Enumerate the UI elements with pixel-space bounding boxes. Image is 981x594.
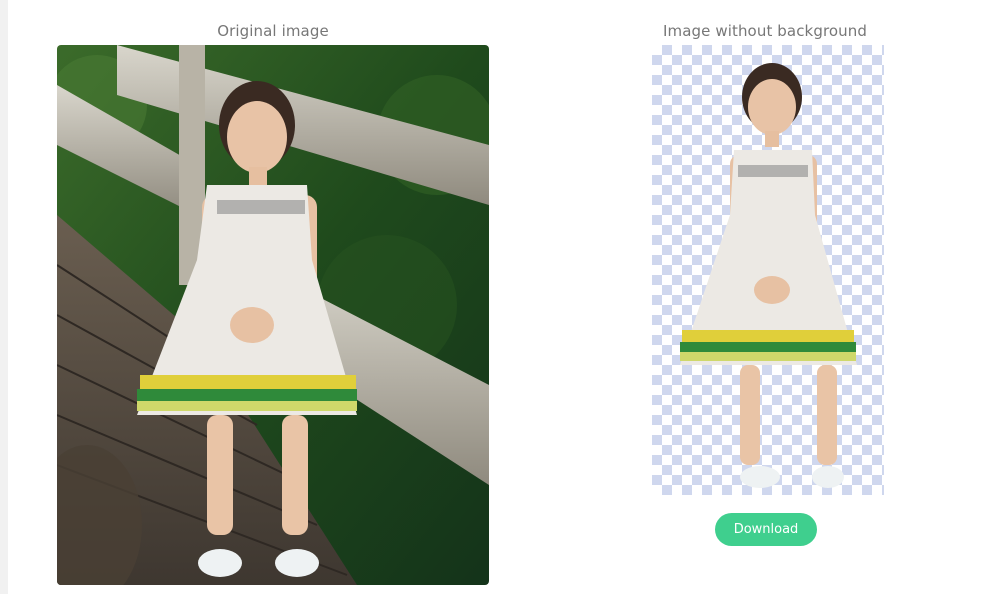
download-button[interactable]: Download [715,513,817,546]
original-image-caption: Original image [217,22,329,40]
no-background-caption: Image without background [662,22,868,40]
transparent-result-preview [652,45,884,495]
left-rail [0,0,8,594]
cutout-illustration [680,63,857,488]
background-removal-result: Original image Image without background [0,0,981,594]
original-photo [57,45,489,585]
original-photo-illustration [57,45,489,585]
